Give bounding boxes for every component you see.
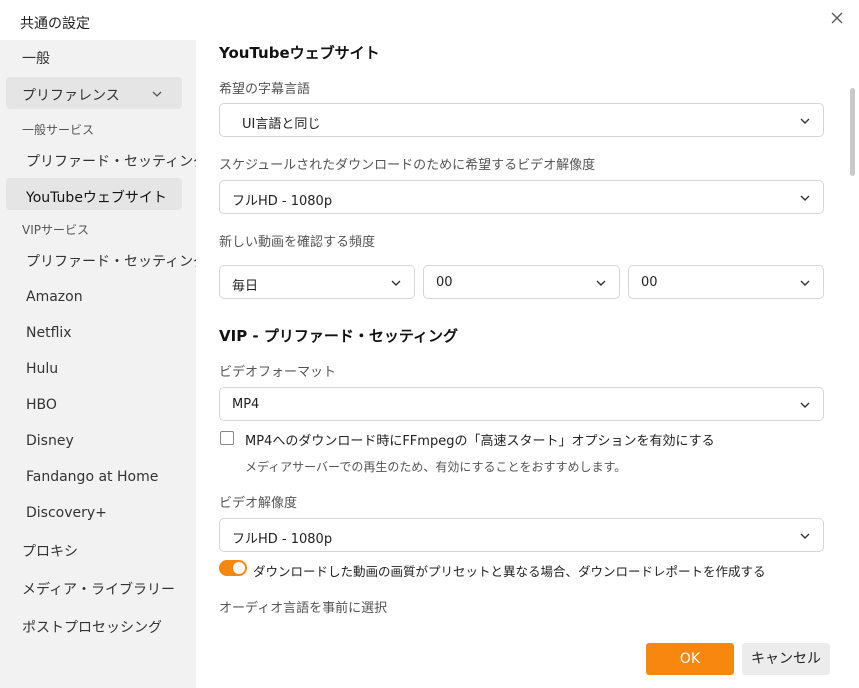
sidebar-item-amazon[interactable]: Amazon xyxy=(0,289,196,313)
sidebar-item-vip-pref-setting[interactable]: プリファード・セッティング xyxy=(0,251,207,275)
minute-select[interactable]: 00 xyxy=(628,265,824,299)
cancel-button[interactable]: キャンセル xyxy=(742,643,830,675)
ok-button[interactable]: OK xyxy=(646,643,734,675)
sidebar-item-label: プロキシ xyxy=(22,544,78,560)
sidebar-item-label: プリファード・セッティング xyxy=(26,254,208,270)
scheduled-resolution-select[interactable]: フルHD - 1080p xyxy=(219,180,824,214)
sidebar-item-discovery[interactable]: Discovery+ xyxy=(0,505,196,529)
scheduled-resolution-label: スケジュールされたダウンロードのために希望するビデオ解像度 xyxy=(219,158,596,173)
check-frequency-label: 新しい動画を確認する頻度 xyxy=(219,235,376,250)
sidebar-item-label: メディア・ライブラリー xyxy=(22,582,176,598)
subtitle-language-label: 希望の字幕言語 xyxy=(219,82,311,97)
chevron-down-icon xyxy=(800,118,810,124)
select-value: 00 xyxy=(641,275,658,290)
sidebar-item-label: Disney xyxy=(26,433,74,449)
sidebar-item-hbo[interactable]: HBO xyxy=(0,397,196,421)
video-resolution-label: ビデオ解像度 xyxy=(219,496,298,511)
toggle-knob xyxy=(233,562,245,574)
sidebar-item-fandango[interactable]: Fandango at Home xyxy=(0,469,196,493)
faststart-checkbox[interactable] xyxy=(220,431,234,445)
chevron-down-icon xyxy=(800,195,810,201)
sidebar-item-label: Amazon xyxy=(26,289,83,305)
section-title-youtube: YouTubeウェブサイト xyxy=(219,44,380,62)
sidebar-item-label: 一般 xyxy=(22,51,50,67)
sidebar-item-label: ポストプロセッシング xyxy=(22,620,162,636)
chevron-down-icon xyxy=(596,280,606,286)
sidebar-item-label: Hulu xyxy=(26,361,59,377)
sidebar-item-label: プリファード・セッティング xyxy=(26,154,208,170)
sidebar-item-label: Discovery+ xyxy=(26,505,107,521)
sidebar-item-disney[interactable]: Disney xyxy=(0,433,196,457)
hour-select[interactable]: 00 xyxy=(423,265,620,299)
frequency-select[interactable]: 毎日 xyxy=(219,265,415,299)
sidebar: 一般 プリファレンス 一般サービス プリファード・セッティング YouTubeウ… xyxy=(0,40,207,688)
section-title-vip: VIP - プリファード・セッティング xyxy=(219,327,458,345)
faststart-label: MP4へのダウンロード時にFFmpegの「高速スタート」オプションを有効にする xyxy=(245,434,715,449)
video-format-label: ビデオフォーマット xyxy=(219,365,337,380)
video-format-select[interactable]: MP4 xyxy=(219,387,824,421)
sidebar-preferences-row: プリファレンス xyxy=(0,85,196,109)
select-value: 00 xyxy=(436,275,453,290)
chevron-down-icon xyxy=(800,533,810,539)
sidebar-item-netflix[interactable]: Netflix xyxy=(0,325,196,349)
chevron-down-icon xyxy=(152,91,162,97)
report-toggle[interactable] xyxy=(219,560,247,576)
audio-language-label: オーディオ言語を事前に選択 xyxy=(219,601,388,616)
subtitle-language-select[interactable]: UI言語と同じ xyxy=(219,103,824,137)
select-value: フルHD - 1080p xyxy=(232,194,333,209)
sidebar-item-hulu[interactable]: Hulu xyxy=(0,361,196,385)
sidebar-youtube-row: YouTubeウェブサイト xyxy=(0,187,196,211)
chevron-down-icon xyxy=(391,280,401,286)
scrollbar[interactable] xyxy=(850,88,855,176)
sidebar-item-label: プリファレンス xyxy=(22,88,120,104)
sidebar-item-pref-setting[interactable]: プリファード・セッティング xyxy=(0,151,207,175)
sidebar-item-general[interactable]: 一般 xyxy=(0,48,196,72)
select-value: UI言語と同じ xyxy=(242,117,321,132)
window-title: 共通の設定 xyxy=(20,16,90,32)
select-value: フルHD - 1080p xyxy=(232,532,333,547)
sidebar-item-label: Netflix xyxy=(26,325,72,341)
video-resolution-select[interactable]: フルHD - 1080p xyxy=(219,518,824,552)
settings-panel: YouTubeウェブサイト 希望の字幕言語 UI言語と同じ スケジュールされたダ… xyxy=(196,40,859,688)
select-value: 毎日 xyxy=(232,279,259,294)
sidebar-item-label: HBO xyxy=(26,397,57,413)
sidebar-item-label: YouTubeウェブサイト xyxy=(26,190,167,206)
sidebar-item-label: Fandango at Home xyxy=(26,469,159,485)
section-header-vip-services: VIPサービス xyxy=(22,223,89,237)
chevron-down-icon xyxy=(800,280,810,286)
sidebar-item-media-library[interactable]: メディア・ライブラリー xyxy=(0,579,196,603)
sidebar-item-post-processing[interactable]: ポストプロセッシング xyxy=(0,617,196,641)
close-icon[interactable] xyxy=(827,8,847,28)
faststart-hint: メディアサーバーでの再生のため、有効にすることをおすすめします。 xyxy=(245,460,627,474)
chevron-down-icon xyxy=(800,402,810,408)
title-bar: 共通の設定 xyxy=(0,0,859,40)
report-toggle-label: ダウンロードした動画の画質がプリセットと異なる場合、ダウンロードレポートを作成す… xyxy=(253,564,766,579)
sidebar-item-proxy[interactable]: プロキシ xyxy=(0,541,196,565)
section-header-general-services: 一般サービス xyxy=(22,123,95,137)
select-value: MP4 xyxy=(232,397,260,412)
